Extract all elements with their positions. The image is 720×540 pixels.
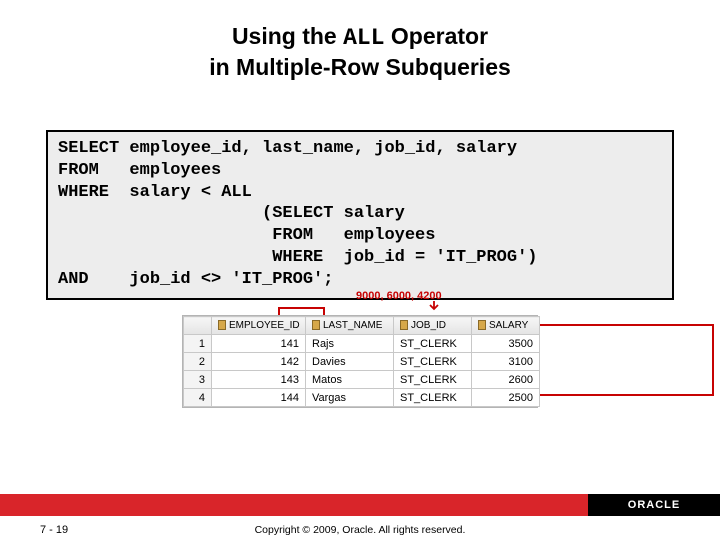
title-mono: ALL (343, 25, 384, 51)
sql-code-block: SELECT employee_id, last_name, job_id, s… (46, 130, 674, 300)
col-job-id: JOB_ID (394, 317, 472, 335)
column-icon (478, 320, 486, 330)
table-row: 3 143 Matos ST_CLERK 2600 (184, 371, 540, 389)
footer-bar: ORACLE (0, 494, 720, 516)
col-salary: SALARY (472, 317, 540, 335)
col-employee-id: EMPLOYEE_ID (212, 317, 306, 335)
table-row: 2 142 Davies ST_CLERK 3100 (184, 353, 540, 371)
table-row: 4 144 Vargas ST_CLERK 2500 (184, 389, 540, 407)
col-rownum (184, 317, 212, 335)
query-result-grid: EMPLOYEE_ID LAST_NAME JOB_ID SALARY 1 14… (182, 315, 538, 408)
oracle-logo: ORACLE (628, 499, 680, 511)
code-line: SELECT employee_id, last_name, job_id, s… (58, 138, 662, 290)
column-icon (218, 320, 226, 330)
slide: Using the ALL Operator in Multiple-Row S… (0, 0, 720, 540)
brand-strip: ORACLE (588, 494, 720, 516)
result-table: EMPLOYEE_ID LAST_NAME JOB_ID SALARY 1 14… (183, 316, 540, 407)
column-icon (400, 320, 408, 330)
title-pre: Using the (232, 23, 343, 49)
table-row: 1 141 Rajs ST_CLERK 3500 (184, 335, 540, 353)
slide-title: Using the ALL Operator in Multiple-Row S… (0, 0, 720, 82)
column-icon (312, 320, 320, 330)
copyright-text: Copyright © 2009, Oracle. All rights res… (0, 524, 720, 536)
table-header-row: EMPLOYEE_ID LAST_NAME JOB_ID SALARY (184, 317, 540, 335)
col-last-name: LAST_NAME (306, 317, 394, 335)
arrow-down-icon (428, 300, 452, 314)
